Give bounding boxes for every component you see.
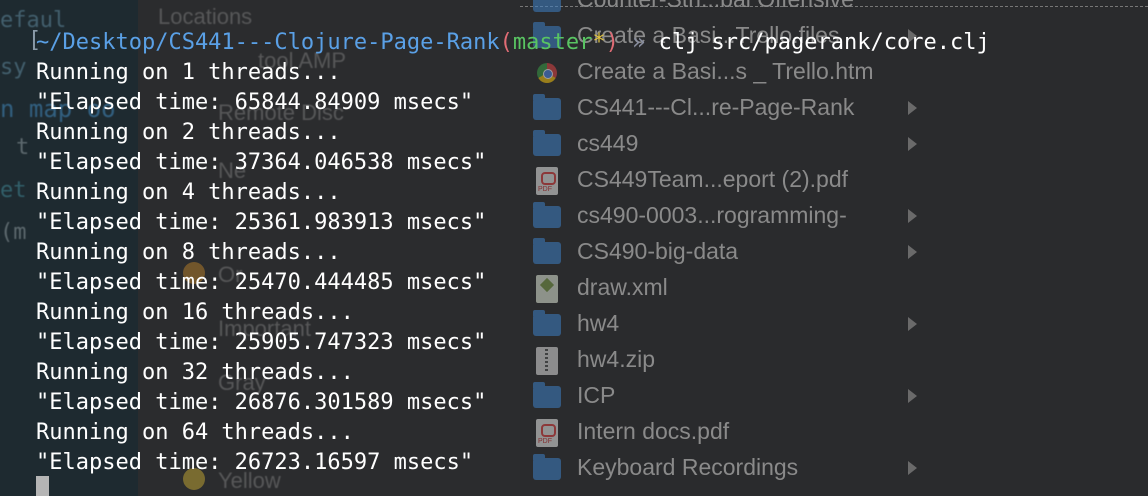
output-thread-line: Running on 1 threads... xyxy=(36,60,341,85)
prompt-arrow-icon: » xyxy=(618,30,659,55)
output-thread-line: Running on 16 threads... xyxy=(36,300,354,325)
terminal-window: [ ~/Desktop/CS441---Clojure-Page-Rank(ma… xyxy=(0,0,1148,496)
prompt-dirty-marker: * xyxy=(592,30,606,55)
output-elapsed-line: "Elapsed time: 26876.301589 msecs" xyxy=(36,390,487,415)
output-elapsed-line: "Elapsed time: 25905.747323 msecs" xyxy=(36,330,487,355)
output-elapsed-line: "Elapsed time: 26723.16597 msecs" xyxy=(36,450,474,475)
output-thread-line: Running on 8 threads... xyxy=(36,240,341,265)
output-thread-line: Running on 64 threads... xyxy=(36,420,354,445)
output-elapsed-line: "Elapsed time: 25361.983913 msecs" xyxy=(36,210,487,235)
prompt-path: ~/Desktop/CS441---Clojure-Page-Rank xyxy=(36,30,500,55)
output-elapsed-line: "Elapsed time: 37364.046538 msecs" xyxy=(36,150,487,175)
prompt-command[interactable]: clj src/pagerank/core.clj xyxy=(659,30,990,55)
terminal-cursor[interactable] xyxy=(36,476,49,496)
output-elapsed-line: "Elapsed time: 65844.84909 msecs" xyxy=(36,90,474,115)
output-thread-line: Running on 2 threads... xyxy=(36,120,341,145)
prompt-paren: ( xyxy=(499,30,513,55)
shell-prompt: ~/Desktop/CS441---Clojure-Page-Rank(mast… xyxy=(36,28,990,58)
prompt-git-branch: master xyxy=(512,30,593,55)
output-thread-line: Running on 4 threads... xyxy=(36,180,341,205)
output-elapsed-line: "Elapsed time: 25470.444485 msecs" xyxy=(36,270,487,295)
output-thread-line: Running on 32 threads... xyxy=(36,360,354,385)
prompt-paren: ) xyxy=(605,30,619,55)
